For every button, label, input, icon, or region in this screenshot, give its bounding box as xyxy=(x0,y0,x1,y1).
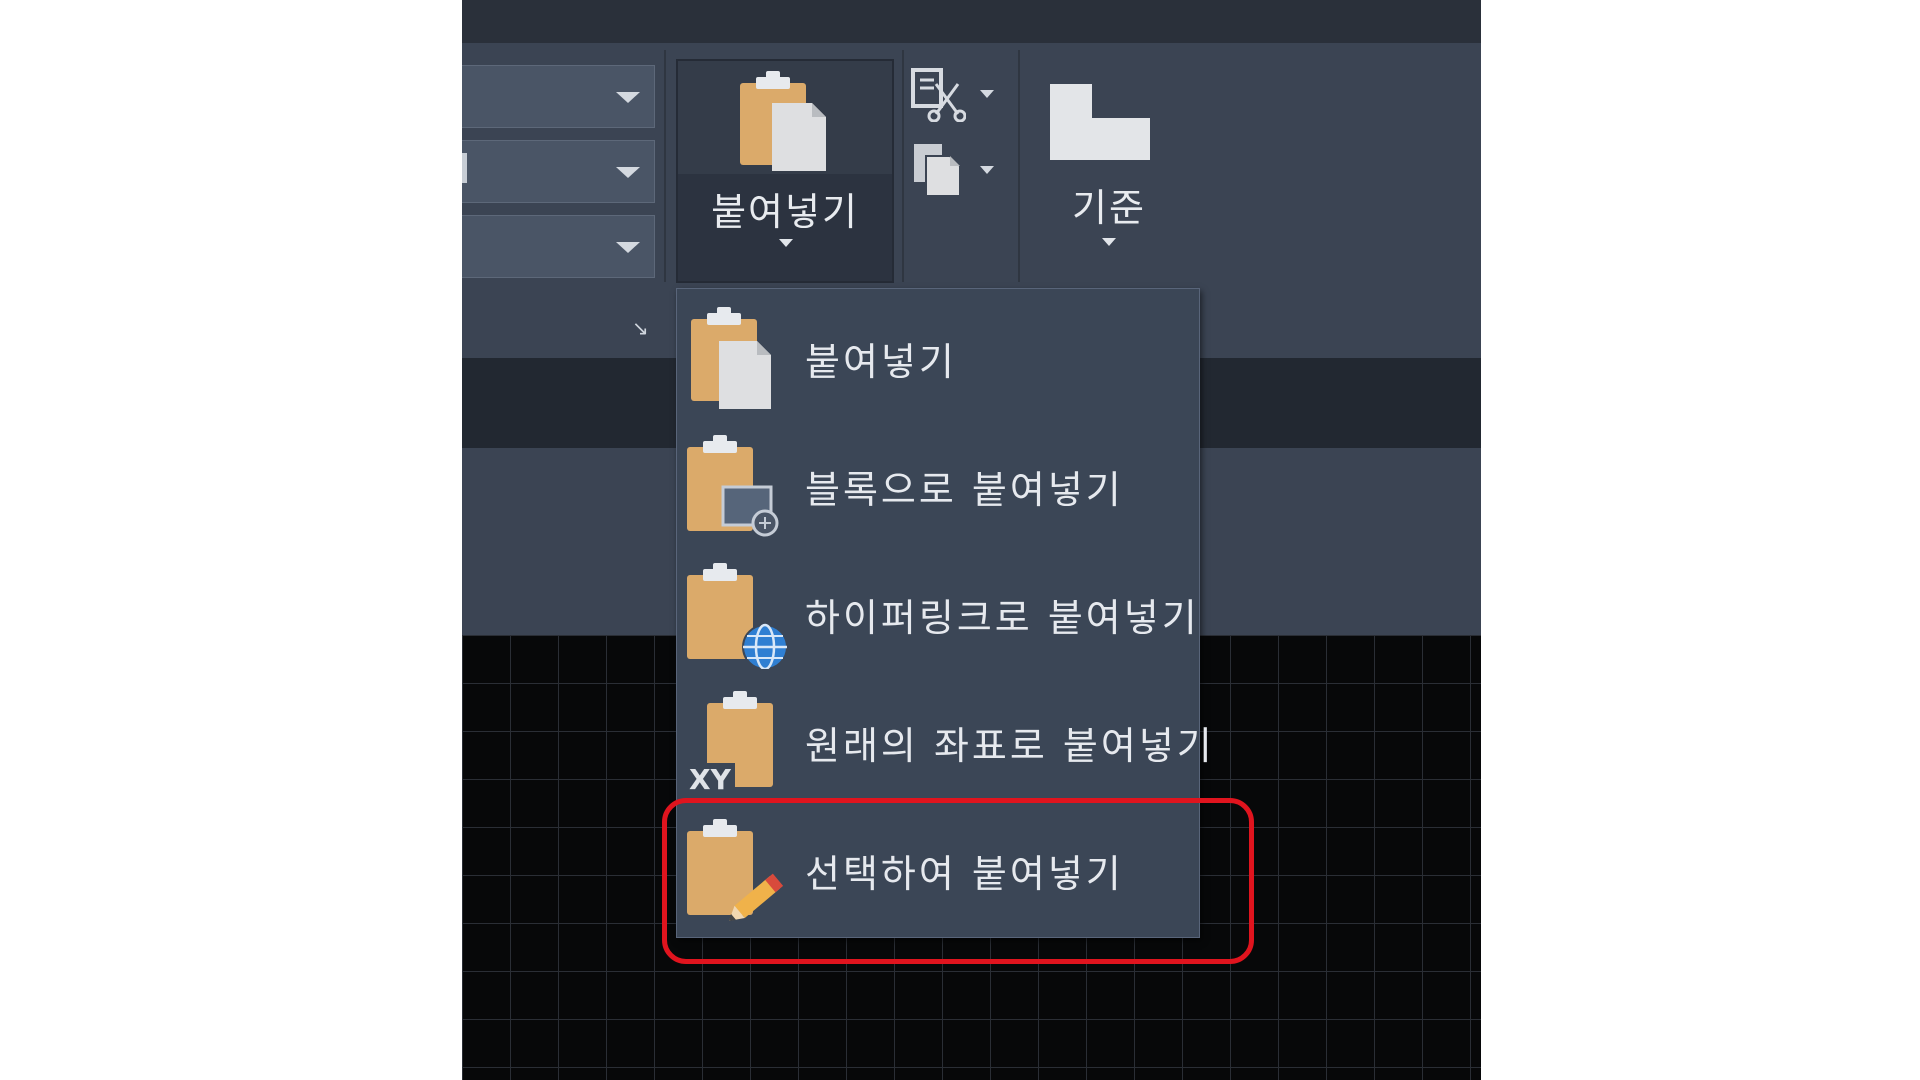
properties-panel: ↘ xyxy=(462,43,664,358)
menu-item-label: 원래의 좌표로 붙여넣기 xyxy=(805,724,1215,768)
xy-badge: XY xyxy=(689,763,732,796)
menu-item-paste-special[interactable]: 선택하여 붙여넣기 xyxy=(677,801,1199,929)
menu-item-label: 선택하여 붙여넣기 xyxy=(805,852,1124,896)
panel-separator xyxy=(1018,50,1020,282)
paste-icon xyxy=(740,71,826,171)
base-point-button[interactable]: 기준 xyxy=(1034,72,1234,262)
chevron-down-icon xyxy=(980,166,994,174)
chevron-down-icon xyxy=(980,90,994,98)
paste-icon xyxy=(691,307,771,409)
cut-icon xyxy=(911,68,966,122)
linetype-combo[interactable] xyxy=(462,140,655,203)
menu-item-label: 붙여넣기 xyxy=(805,340,957,384)
menu-item-paste[interactable]: 붙여넣기 xyxy=(677,289,1199,417)
menu-item-paste-original-coordinates[interactable]: XY 원래의 좌표로 붙여넣기 xyxy=(677,673,1212,801)
chevron-down-icon xyxy=(616,92,640,103)
cut-button[interactable] xyxy=(910,62,1000,130)
copy-icon xyxy=(914,144,961,197)
panel-separator xyxy=(664,50,666,282)
base-point-icon xyxy=(1050,84,1150,160)
app-window: ↘ 붙여넣기 기준 붙여넣기 블록으로 붙여넣기 하이퍼링크로 붙여넣기 XY … xyxy=(462,0,1481,1080)
menu-item-paste-as-block[interactable]: 블록으로 붙여넣기 xyxy=(677,417,1199,545)
paste-button-label: 붙여넣기 xyxy=(711,190,859,234)
chevron-down-icon xyxy=(1102,238,1116,246)
menu-item-paste-as-hyperlink[interactable]: 하이퍼링크로 붙여넣기 xyxy=(677,545,1199,673)
panel-separator xyxy=(902,50,904,282)
lineweight-combo[interactable] xyxy=(462,215,655,278)
combo-partial-text xyxy=(462,153,467,183)
paste-as-block-icon xyxy=(687,435,779,537)
chevron-down-icon[interactable] xyxy=(779,239,793,247)
chevron-down-icon xyxy=(616,242,640,253)
paste-special-icon xyxy=(687,819,784,921)
paste-as-hyperlink-icon xyxy=(687,563,788,669)
chevron-down-icon xyxy=(616,167,640,178)
title-bar xyxy=(462,0,1481,43)
layer-combo[interactable] xyxy=(462,65,655,128)
menu-item-label: 블록으로 붙여넣기 xyxy=(805,468,1124,512)
panel-launcher-icon[interactable]: ↘ xyxy=(632,318,649,338)
base-point-label: 기준 xyxy=(1072,186,1146,230)
copy-button[interactable] xyxy=(910,138,1000,206)
paste-split-button[interactable]: 붙여넣기 xyxy=(676,59,894,283)
paste-dropdown-menu: 붙여넣기 블록으로 붙여넣기 하이퍼링크로 붙여넣기 XY 원래의 좌표로 붙여… xyxy=(676,288,1212,938)
menu-item-label: 하이퍼링크로 붙여넣기 xyxy=(805,596,1200,640)
paste-original-coordinates-icon: XY xyxy=(687,691,773,796)
